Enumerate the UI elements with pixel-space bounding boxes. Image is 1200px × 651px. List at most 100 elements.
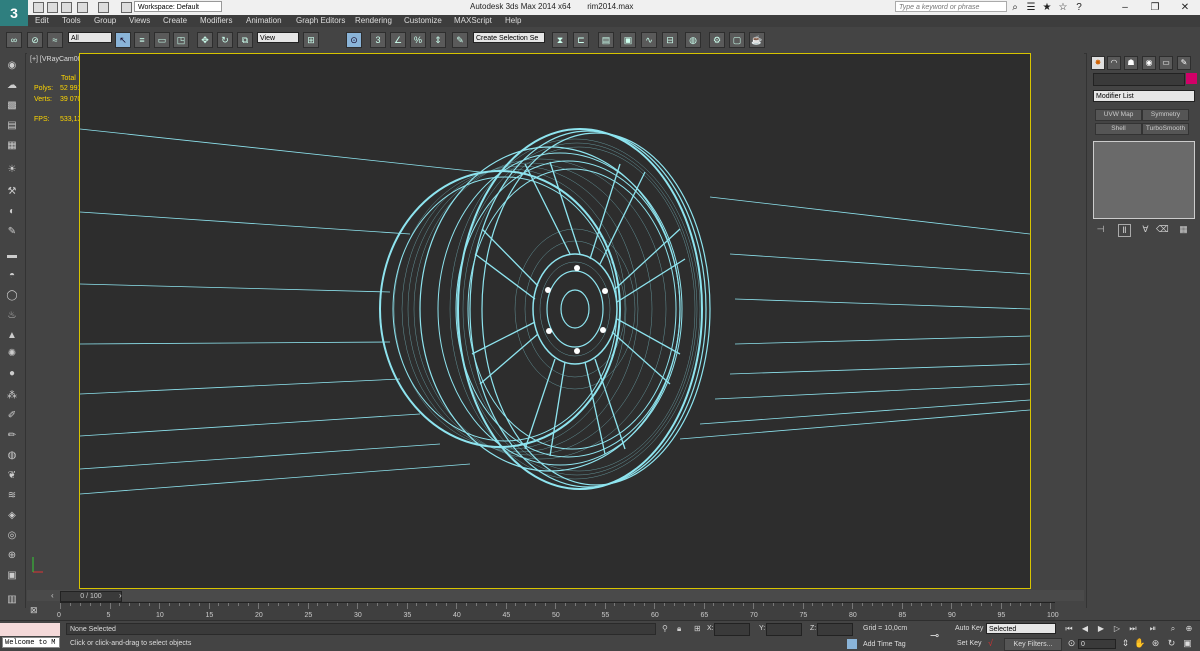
lock-selection-icon[interactable]: 🔒︎ (677, 624, 681, 634)
turbosmooth-button[interactable]: TurboSmooth (1142, 123, 1189, 135)
scale-icon[interactable]: ⧉ (237, 32, 253, 48)
new-file-icon[interactable] (33, 2, 44, 13)
mirror-icon[interactable]: ⧗ (552, 32, 568, 48)
brush-icon[interactable]: ✐ (5, 409, 19, 422)
helper-icon[interactable]: ⚒ (5, 185, 19, 198)
snap-toggle-icon[interactable]: 3 (370, 32, 386, 48)
menu-customize[interactable]: Customize (404, 16, 442, 25)
window-crossing-icon[interactable]: ◳ (173, 32, 189, 48)
globe-icon[interactable]: ◍ (5, 449, 19, 462)
spinner-snap-icon[interactable]: ⇕ (430, 32, 446, 48)
minimize-button[interactable]: – (1110, 0, 1140, 15)
unlink-icon[interactable]: ⊘ (27, 32, 43, 48)
app-logo-icon[interactable]: 3 (0, 0, 28, 26)
rendered-frame-window-icon[interactable]: ▢ (729, 32, 745, 48)
light-icon[interactable]: ☀ (5, 163, 19, 176)
menu-maxscript[interactable]: MAXScript (454, 16, 492, 25)
mini-curve-editor-icon[interactable]: ⊠ (30, 605, 38, 616)
menu-edit[interactable]: Edit (35, 16, 49, 25)
material-ball-icon[interactable]: ● (5, 367, 19, 380)
material-editor-icon[interactable]: ◍ (685, 32, 701, 48)
camera-icon[interactable]: ◐ (5, 205, 19, 218)
leaf-icon[interactable]: ❦ (5, 469, 19, 482)
sphere-icon[interactable]: ◯ (5, 289, 19, 302)
angle-snap-icon[interactable]: ∠ (390, 32, 406, 48)
layer-manager-icon[interactable]: ▤ (598, 32, 614, 48)
search-input[interactable]: Type a keyword or phrase (895, 1, 1007, 12)
create-tab-icon[interactable]: ✸ (1091, 56, 1105, 70)
viewport-eye-icon[interactable]: ◉ (5, 59, 19, 72)
hierarchy-tab-icon[interactable]: ☗ (1124, 56, 1138, 70)
manipulate-icon[interactable]: ⊙ (346, 32, 362, 48)
modifier-stack[interactable] (1093, 141, 1195, 219)
reference-coordinate-dropdown[interactable]: View (257, 32, 299, 43)
frame-spinner-icon[interactable]: ⇕ (1120, 638, 1131, 649)
help-icon[interactable]: ? (1072, 0, 1086, 15)
close-button[interactable]: ✕ (1170, 0, 1200, 15)
motion-tab-icon[interactable]: ◉ (1142, 56, 1156, 70)
go-to-start-icon[interactable]: ⏮ (1064, 624, 1074, 634)
zoom-all-icon[interactable]: ⊕ (1184, 624, 1194, 634)
subscription-icon[interactable]: ☰ (1024, 0, 1038, 15)
time-slider-thumb[interactable]: 0 / 100 (60, 591, 122, 602)
render-production-icon[interactable]: ☕ (749, 32, 765, 48)
show-end-result-icon[interactable]: Ⅱ (1118, 224, 1131, 237)
align-icon[interactable]: ⊏ (573, 32, 589, 48)
shell-button[interactable]: Shell (1095, 123, 1142, 135)
menu-animation[interactable]: Animation (246, 16, 282, 25)
paint-icon[interactable]: ✎ (5, 225, 19, 238)
time-slider[interactable]: 0 / 100 ‹ › (27, 590, 1084, 602)
select-object-icon[interactable]: ↖ (115, 32, 131, 48)
maxscript-listener[interactable] (0, 623, 60, 636)
maximize-viewport-icon[interactable]: ▣ (1182, 638, 1193, 649)
key-mode-icon[interactable]: √ (988, 638, 993, 648)
maxscript-mini-listener[interactable]: Welcome to M (2, 637, 60, 648)
set-key-icon[interactable]: ⊸ (930, 629, 939, 642)
redo-icon[interactable] (98, 2, 109, 13)
undo-icon[interactable] (77, 2, 88, 13)
box-icon[interactable]: ▬ (5, 249, 19, 262)
render-icon[interactable]: ▩ (5, 99, 19, 112)
dome-icon[interactable]: ◓ (5, 269, 19, 282)
object-color-swatch[interactable] (1186, 73, 1197, 84)
orbit-icon[interactable]: ↻ (1166, 638, 1177, 649)
search-icon[interactable]: ⌕ (1008, 0, 1022, 15)
list-icon[interactable]: ▤ (5, 119, 19, 132)
next-frame-icon[interactable]: ▷ (1112, 624, 1122, 634)
menu-views[interactable]: Views (129, 16, 150, 25)
x-coordinate-field[interactable] (714, 623, 750, 636)
display-tab-icon[interactable]: ▭ (1159, 56, 1173, 70)
graphite-ribbon-icon[interactable]: ▣ (620, 32, 636, 48)
menu-tools[interactable]: Tools (62, 16, 81, 25)
utilities-tab-icon[interactable]: ✎ (1177, 56, 1191, 70)
communication-icon[interactable]: ★ (1040, 0, 1054, 15)
select-by-name-icon[interactable]: ≡ (134, 32, 150, 48)
grid-icon[interactable]: ▦ (5, 139, 19, 152)
menu-create[interactable]: Create (163, 16, 187, 25)
schematic-view-icon[interactable]: ⊟ (662, 32, 678, 48)
set-key-button[interactable]: Set Key (957, 640, 982, 647)
curve-editor-icon[interactable]: ∿ (641, 32, 657, 48)
uvw-map-button[interactable]: UVW Map (1095, 109, 1142, 121)
play-icon[interactable]: ▶ (1096, 624, 1106, 634)
lens-icon[interactable]: ◎ (5, 529, 19, 542)
script-icon[interactable]: ▥ (5, 593, 19, 606)
key-selection-dropdown[interactable]: Selected (986, 623, 1056, 634)
menu-graph-editors[interactable]: Graph Editors (296, 16, 345, 25)
pan-icon[interactable]: ✋ (1134, 638, 1145, 649)
restore-button[interactable]: ❐ (1140, 0, 1170, 15)
slider-next-icon[interactable]: › (119, 591, 122, 600)
rotate-icon[interactable]: ↻ (217, 32, 233, 48)
z-coordinate-field[interactable] (817, 623, 853, 636)
workspace-dropdown[interactable]: Workspace: Default (134, 1, 222, 12)
key-mode-toggle-icon[interactable]: ⏯ (1148, 624, 1158, 634)
viewport-canvas[interactable] (79, 53, 1031, 589)
previous-frame-icon[interactable]: ◀ (1080, 624, 1090, 634)
edit-named-selection-icon[interactable]: ✎ (452, 32, 468, 48)
cone-icon[interactable]: ▲ (5, 329, 19, 342)
make-unique-icon[interactable]: ∀ (1140, 224, 1151, 235)
cloud-icon[interactable]: ☁ (5, 79, 19, 92)
time-tag-icon[interactable] (847, 639, 857, 649)
pencil-icon[interactable]: ✏ (5, 429, 19, 442)
link-icon[interactable]: ∞ (6, 32, 22, 48)
